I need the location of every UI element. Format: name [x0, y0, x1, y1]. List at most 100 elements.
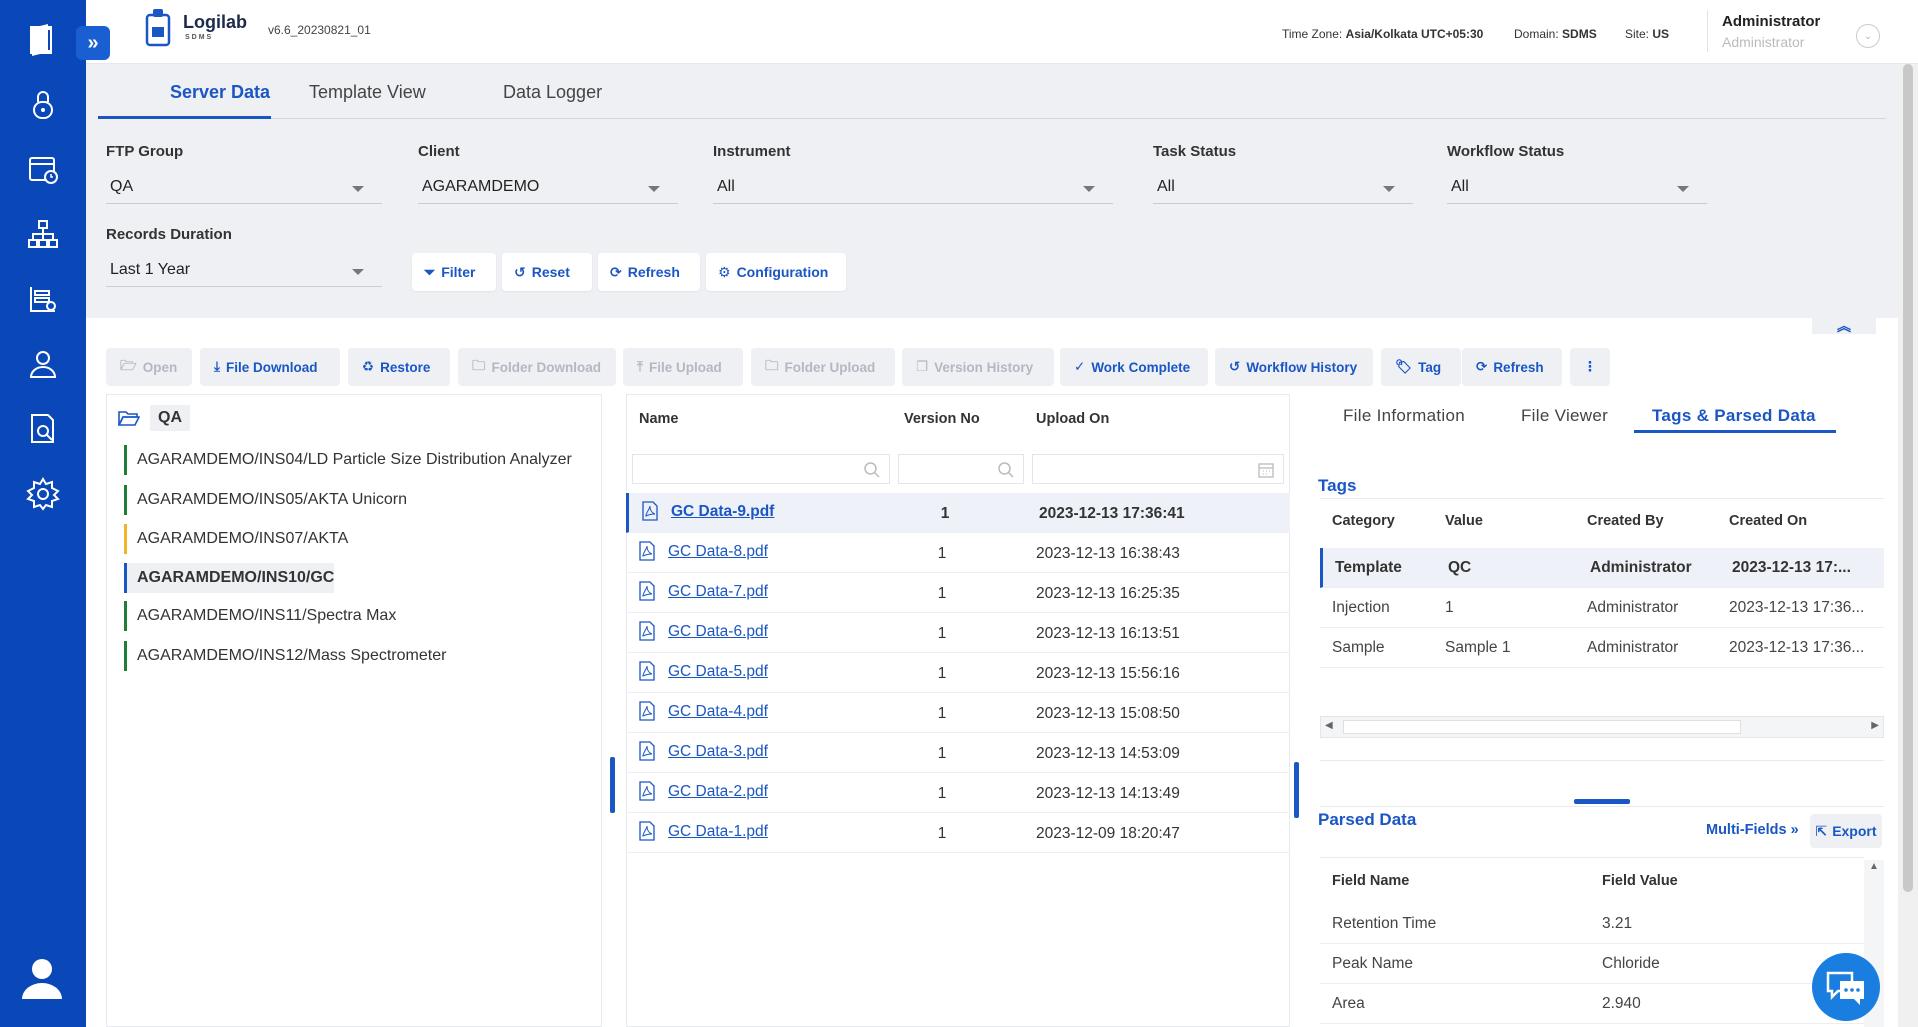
- file-upload-button[interactable]: ⤒ File Upload: [623, 348, 743, 386]
- file-name-link[interactable]: GC Data-7.pdf: [668, 583, 768, 601]
- file-name-link[interactable]: GC Data-1.pdf: [668, 823, 768, 841]
- client-select[interactable]: AGARAMDEMO: [418, 172, 678, 204]
- tree-item-ins12[interactable]: AGARAMDEMO/INS12/Mass Spectrometer: [124, 641, 446, 671]
- page-scrollbar-thumb[interactable]: [1903, 64, 1913, 892]
- tree-item-ins10[interactable]: AGARAMDEMO/INS10/GC: [124, 563, 335, 593]
- user-menu-chevron-icon[interactable]: ⌄: [1856, 24, 1880, 48]
- collapse-filters-icon[interactable]: ︽: [1812, 316, 1876, 334]
- gear-icon[interactable]: [25, 476, 61, 512]
- user-icon[interactable]: [25, 346, 61, 382]
- right-splitter-handle[interactable]: [1294, 762, 1299, 818]
- calendar-clock-icon[interactable]: [25, 151, 61, 187]
- configuration-button[interactable]: ⚙ Configuration: [706, 253, 846, 291]
- file-row[interactable]: GC Data-5.pdf 1 2023-12-13 15:56:16: [626, 653, 1290, 693]
- version-history-button[interactable]: ❐ Version History: [902, 348, 1054, 386]
- vertical-splitter-handle[interactable]: [1574, 799, 1630, 804]
- tab-file-viewer[interactable]: File Viewer: [1521, 406, 1608, 426]
- workflow-status-select[interactable]: All: [1447, 172, 1707, 204]
- server-data-icon[interactable]: [25, 281, 61, 317]
- more-options-button[interactable]: ⋮: [1570, 348, 1610, 386]
- tree-item-ins07[interactable]: AGARAMDEMO/INS07/AKTA: [124, 524, 348, 554]
- lock-icon[interactable]: [25, 86, 61, 122]
- tree-item-ins05[interactable]: AGARAMDEMO/INS05/AKTA Unicorn: [124, 485, 407, 515]
- tab-tags-parsed-data[interactable]: Tags & Parsed Data: [1652, 406, 1816, 426]
- folder-upload-button[interactable]: 🗀 Folder Upload: [751, 348, 895, 386]
- col-version-header[interactable]: Version No: [904, 411, 980, 427]
- refresh-filter-button[interactable]: ⟳ Refresh: [598, 253, 700, 291]
- tag-button[interactable]: 🏷 Tag: [1381, 348, 1461, 386]
- file-name-link[interactable]: GC Data-5.pdf: [668, 663, 768, 681]
- col-value-header[interactable]: Value: [1445, 513, 1483, 529]
- tag-row[interactable]: Injection 1 Administrator 2023-12-13 17:…: [1320, 588, 1884, 628]
- ftp-group-select[interactable]: QA: [106, 172, 382, 204]
- file-name-link[interactable]: GC Data-2.pdf: [668, 783, 768, 801]
- tags-header-line: [1320, 498, 1884, 499]
- col-category-header[interactable]: Category: [1332, 513, 1395, 529]
- user-name[interactable]: Administrator: [1722, 13, 1820, 30]
- file-name-link[interactable]: GC Data-6.pdf: [668, 623, 768, 641]
- workflow-history-button[interactable]: ↺ Workflow History: [1215, 348, 1373, 386]
- version-filter-input[interactable]: [898, 454, 1024, 484]
- file-name-link[interactable]: GC Data-3.pdf: [668, 743, 768, 761]
- file-row[interactable]: GC Data-2.pdf 1 2023-12-13 14:13:49: [626, 773, 1290, 813]
- open-button[interactable]: 🗁 Open: [106, 348, 192, 386]
- col-created-on-header[interactable]: Created On: [1729, 513, 1807, 529]
- scroll-up-icon[interactable]: ▲: [1869, 861, 1879, 872]
- col-upload-header[interactable]: Upload On: [1036, 411, 1109, 427]
- records-duration-select[interactable]: Last 1 Year: [106, 255, 382, 287]
- instrument-select[interactable]: All: [713, 172, 1113, 204]
- tab-data-logger[interactable]: Data Logger: [503, 82, 602, 103]
- tag-row[interactable]: Template QC Administrator 2023-12-13 17:…: [1320, 548, 1884, 588]
- col-field-name-header[interactable]: Field Name: [1332, 873, 1409, 889]
- restore-button[interactable]: ♻ Restore: [348, 348, 450, 386]
- hierarchy-icon[interactable]: [25, 216, 61, 252]
- work-complete-button[interactable]: ✓ Work Complete: [1060, 348, 1208, 386]
- tab-template-view[interactable]: Template View: [309, 82, 426, 103]
- scroll-right-icon[interactable]: ▶: [1871, 720, 1879, 731]
- file-name-link[interactable]: GC Data-4.pdf: [668, 703, 768, 721]
- file-name-link[interactable]: GC Data-9.pdf: [671, 503, 774, 521]
- left-splitter-handle[interactable]: [610, 757, 615, 813]
- reset-button[interactable]: ↺ Reset: [502, 253, 592, 291]
- tree-item-ins11[interactable]: AGARAMDEMO/INS11/Spectra Max: [124, 601, 396, 631]
- tab-file-information[interactable]: File Information: [1343, 406, 1465, 426]
- file-row[interactable]: GC Data-9.pdf 1 2023-12-13 17:36:41: [626, 493, 1290, 533]
- col-name-header[interactable]: Name: [639, 411, 679, 427]
- file-row[interactable]: GC Data-6.pdf 1 2023-12-13 16:13:51: [626, 613, 1290, 653]
- filter-button[interactable]: ⏷ Filter: [412, 253, 496, 291]
- export-button[interactable]: ⇱ Export: [1810, 814, 1882, 848]
- parsed-top-line: [1320, 806, 1884, 807]
- chat-button[interactable]: [1812, 953, 1880, 1021]
- name-filter-input[interactable]: [632, 454, 890, 484]
- multi-fields-link[interactable]: Multi-Fields »: [1706, 822, 1799, 838]
- folder-download-button[interactable]: 🗀 Folder Download: [458, 348, 616, 386]
- col-created-by-header[interactable]: Created By: [1587, 513, 1664, 529]
- upload-date-filter-input[interactable]: [1032, 454, 1284, 484]
- expand-sidebar-button[interactable]: »: [76, 26, 110, 60]
- parsed-row[interactable]: Peak Name Chloride: [1320, 944, 1864, 984]
- parsed-row[interactable]: Retention Time 3.21: [1320, 904, 1864, 944]
- file-row[interactable]: GC Data-1.pdf 1 2023-12-09 18:20:47: [626, 813, 1290, 853]
- tag-row[interactable]: Sample Sample 1 Administrator 2023-12-13…: [1320, 628, 1884, 668]
- page-scrollbar[interactable]: [1898, 64, 1918, 1027]
- tree-root[interactable]: QA: [118, 405, 190, 431]
- profile-avatar-icon[interactable]: [18, 953, 66, 1001]
- parsed-row[interactable]: Area 2.940: [1320, 984, 1864, 1024]
- tab-server-data[interactable]: Server Data: [170, 82, 270, 103]
- scrollbar-thumb[interactable]: [1343, 720, 1741, 734]
- tree-item-ins04[interactable]: AGARAMDEMO/INS04/LD Particle Size Distri…: [124, 445, 572, 475]
- file-row[interactable]: GC Data-8.pdf 1 2023-12-13 16:38:43: [626, 533, 1290, 573]
- scroll-left-icon[interactable]: ◀: [1325, 720, 1333, 731]
- file-name-link[interactable]: GC Data-8.pdf: [668, 543, 768, 561]
- task-status-select[interactable]: All: [1153, 172, 1413, 204]
- task-status-label: Task Status: [1153, 143, 1237, 160]
- app-logo-icon[interactable]: [22, 20, 62, 60]
- refresh-toolbar-button[interactable]: ⟳ Refresh: [1462, 348, 1562, 386]
- file-row[interactable]: GC Data-3.pdf 1 2023-12-13 14:53:09: [626, 733, 1290, 773]
- file-row[interactable]: GC Data-4.pdf 1 2023-12-13 15:08:50: [626, 693, 1290, 733]
- report-search-icon[interactable]: [25, 411, 61, 447]
- tags-horizontal-scrollbar[interactable]: ◀ ▶: [1320, 716, 1884, 738]
- file-row[interactable]: GC Data-7.pdf 1 2023-12-13 16:25:35: [626, 573, 1290, 613]
- col-field-value-header[interactable]: Field Value: [1602, 873, 1678, 889]
- file-download-button[interactable]: ⤓ File Download: [200, 348, 340, 386]
